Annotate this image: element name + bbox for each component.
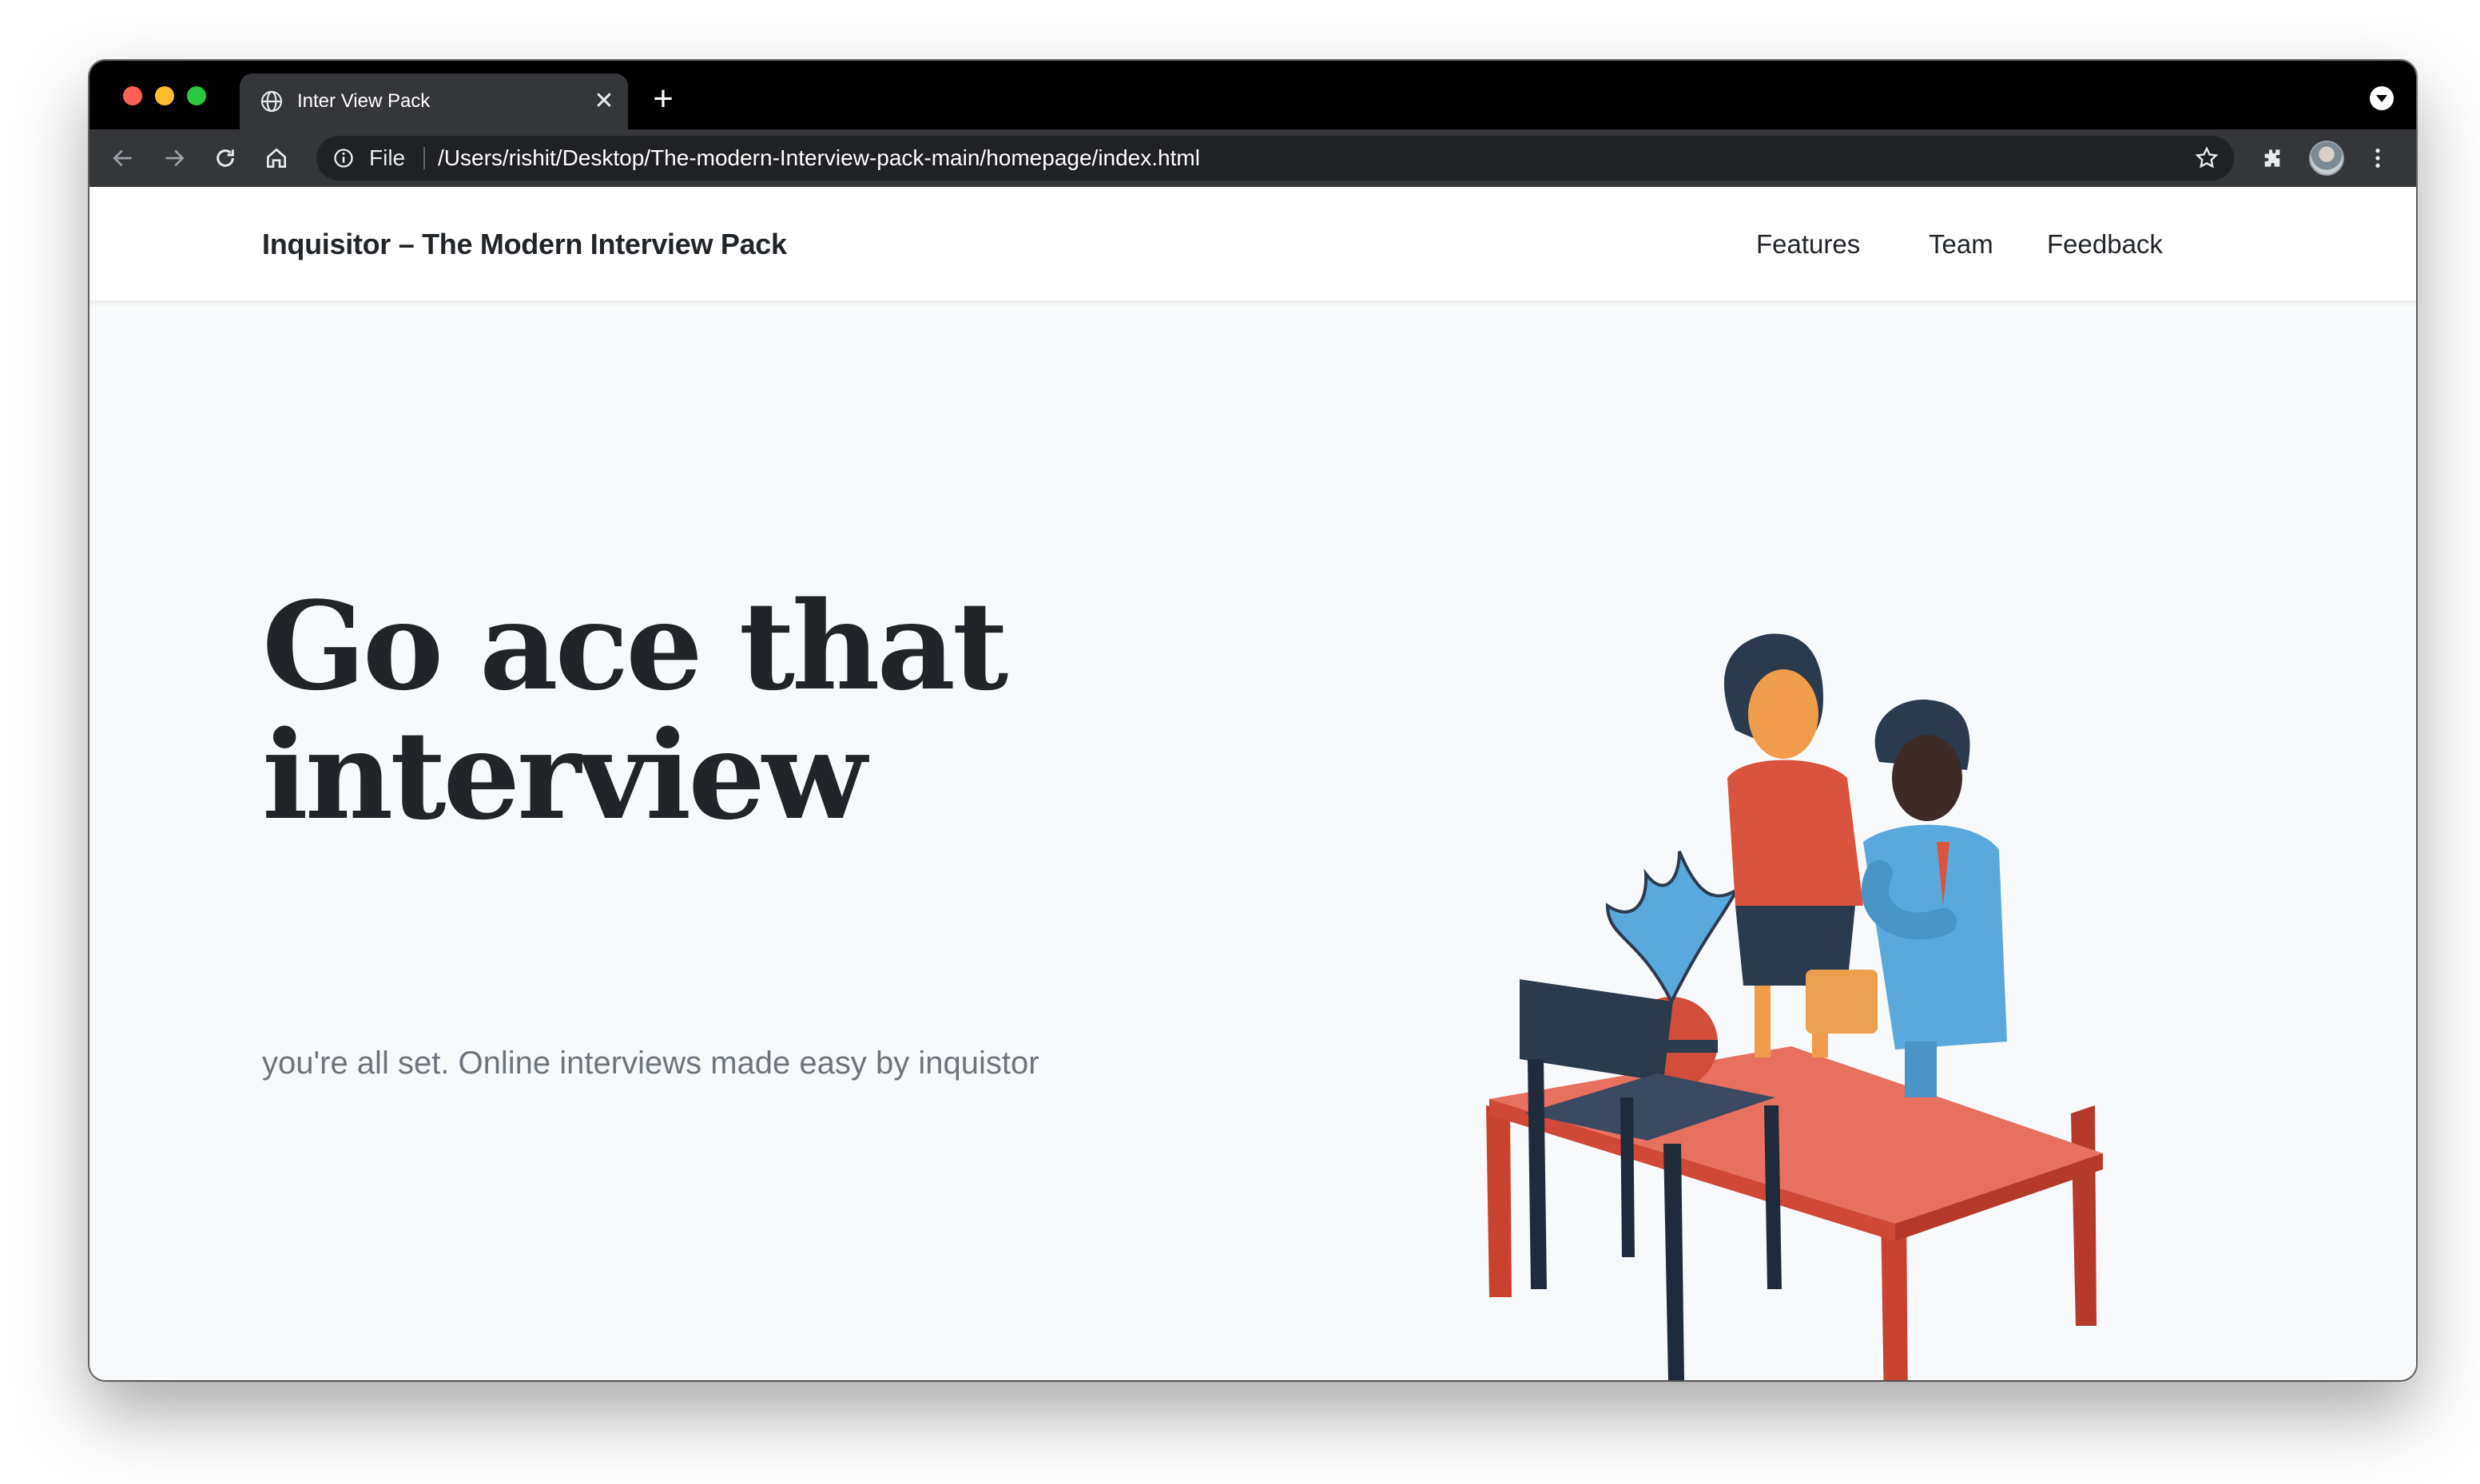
close-tab-icon[interactable]: ✕	[591, 89, 617, 114]
forward-icon[interactable]	[161, 145, 187, 171]
profile-avatar[interactable]	[2309, 141, 2344, 176]
new-tab-button[interactable]: +	[647, 81, 679, 117]
man-legs	[1905, 1042, 1937, 1097]
bookmark-star-icon[interactable]	[2194, 145, 2220, 171]
reload-icon[interactable]	[213, 145, 238, 171]
extensions-puzzle-icon[interactable]	[2259, 145, 2285, 171]
woman-leg-left	[1755, 986, 1771, 1057]
site-navbar: Inquisitor – The Modern Interview Pack F…	[89, 187, 2416, 302]
tab-search-icon[interactable]	[2370, 86, 2394, 110]
site-brand-link[interactable]: Inquisitor – The Modern Interview Pack	[262, 225, 787, 264]
tab-strip: Inter View Pack ✕ +	[89, 61, 2416, 129]
close-window-button[interactable]	[123, 86, 142, 105]
tab-title: Inter View Pack	[297, 90, 431, 112]
more-menu-icon[interactable]	[2365, 145, 2391, 171]
man-face	[1892, 735, 1962, 821]
woman-face	[1748, 669, 1818, 759]
home-icon[interactable]	[264, 145, 289, 171]
nav-link-team[interactable]: Team	[1929, 225, 1993, 264]
table-leg-back-right	[2071, 1105, 2096, 1326]
chair-leg-4	[1620, 1097, 1635, 1257]
back-icon[interactable]	[110, 145, 136, 171]
hero-subtitle: you're all set. Online interviews made e…	[262, 1046, 1039, 1081]
hero-title-line1: Go ace that	[262, 574, 1008, 717]
browser-toolbar: File /Users/rishit/Desktop/The-modern-In…	[89, 129, 2416, 187]
woman-jacket	[1727, 760, 1863, 906]
globe-icon	[260, 90, 283, 113]
hero-title-line2: interview	[262, 704, 867, 847]
chair-leg-2	[1663, 1144, 1684, 1380]
plant	[1605, 851, 1742, 1006]
interview-illustration	[1486, 633, 2103, 1380]
nav-link-feedback[interactable]: Feedback	[2047, 225, 2163, 264]
browser-tab[interactable]: Inter View Pack ✕	[240, 73, 628, 129]
address-scheme-label: File	[369, 145, 406, 170]
info-icon[interactable]	[332, 147, 355, 169]
web-page: Inquisitor – The Modern Interview Pack F…	[89, 187, 2416, 1380]
briefcase	[1806, 970, 1878, 1034]
table-leg-front-left	[1486, 1105, 1512, 1297]
minimize-window-button[interactable]	[155, 86, 174, 105]
address-bar[interactable]: File /Users/rishit/Desktop/The-modern-In…	[316, 136, 2234, 181]
hero-title: Go ace that interview	[262, 581, 1061, 840]
browser-window: Inter View Pack ✕ + File /Users/rishit/D…	[89, 61, 2416, 1380]
zoom-window-button[interactable]	[187, 86, 206, 105]
address-divider	[423, 147, 425, 169]
chair-leg-1	[1528, 1059, 1547, 1289]
nav-link-features[interactable]: Features	[1756, 225, 1860, 264]
address-url[interactable]: /Users/rishit/Desktop/The-modern-Intervi…	[438, 144, 1200, 173]
